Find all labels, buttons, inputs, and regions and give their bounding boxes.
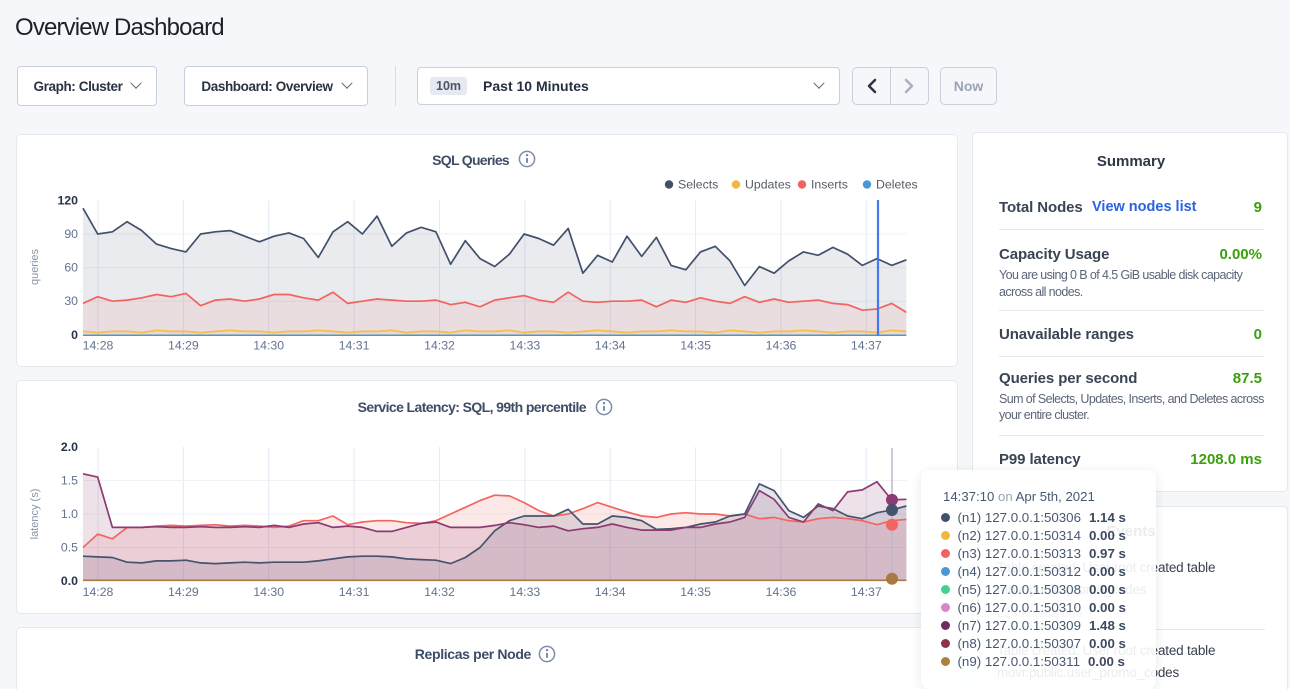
svg-text:Inserts: Inserts: [811, 178, 848, 192]
svg-text:1.0: 1.0: [61, 507, 78, 521]
svg-text:Replicas per Node: Replicas per Node: [415, 646, 532, 662]
svg-text:60: 60: [64, 261, 78, 275]
svg-text:14:31: 14:31: [339, 339, 370, 353]
svg-text:14:35: 14:35: [680, 339, 711, 353]
svg-text:30: 30: [64, 294, 78, 308]
svg-text:Service Latency: SQL, 99th per: Service Latency: SQL, 99th percentile: [358, 399, 587, 415]
svg-text:14:29: 14:29: [168, 339, 199, 353]
svg-text:14:34: 14:34: [595, 585, 626, 599]
svg-text:14:33: 14:33: [510, 585, 541, 599]
svg-text:14:37: 14:37: [851, 585, 882, 599]
svg-text:queries: queries: [29, 248, 41, 285]
svg-text:120: 120: [57, 193, 78, 207]
svg-text:2.0: 2.0: [61, 440, 78, 454]
svg-text:0.5: 0.5: [61, 541, 78, 555]
svg-text:14:34: 14:34: [595, 339, 626, 353]
svg-text:0: 0: [71, 328, 78, 342]
svg-text:Selects: Selects: [678, 178, 718, 192]
svg-text:latency (s): latency (s): [29, 489, 41, 540]
svg-text:1.5: 1.5: [61, 474, 78, 488]
svg-text:14:30: 14:30: [253, 339, 284, 353]
svg-text:90: 90: [64, 227, 78, 241]
svg-text:14:29: 14:29: [168, 585, 199, 599]
svg-text:0.0: 0.0: [61, 574, 78, 588]
svg-text:14:28: 14:28: [83, 339, 114, 353]
svg-text:14:36: 14:36: [766, 339, 797, 353]
svg-text:14:32: 14:32: [424, 585, 455, 599]
svg-text:14:32: 14:32: [424, 339, 455, 353]
svg-text:Updates: Updates: [745, 178, 791, 192]
svg-text:14:33: 14:33: [510, 339, 541, 353]
svg-text:14:30: 14:30: [253, 585, 284, 599]
svg-text:14:35: 14:35: [680, 585, 711, 599]
svg-text:14:31: 14:31: [339, 585, 370, 599]
svg-text:14:37: 14:37: [851, 339, 882, 353]
svg-text:Deletes: Deletes: [876, 178, 918, 192]
svg-text:14:28: 14:28: [83, 585, 114, 599]
svg-text:14:36: 14:36: [766, 585, 797, 599]
svg-text:SQL Queries: SQL Queries: [432, 152, 510, 168]
